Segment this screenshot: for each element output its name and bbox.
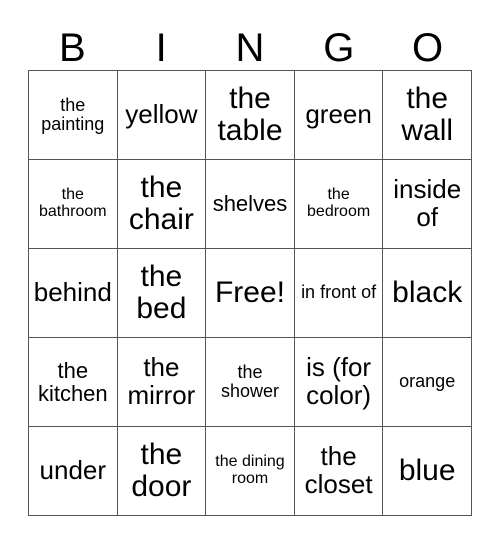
bingo-cell[interactable]: blue: [383, 427, 472, 516]
bingo-cell-label: the bedroom: [307, 186, 371, 220]
bingo-cell-label: the dining room: [215, 453, 285, 487]
bingo-cell-label: green: [305, 99, 372, 130]
bingo-cell[interactable]: the kitchen: [29, 338, 118, 427]
bingo-cell-label: in front of: [301, 282, 377, 303]
bingo-header-letter-i: I: [155, 26, 167, 70]
bingo-cell[interactable]: the mirror: [117, 338, 207, 427]
bingo-cell[interactable]: black: [383, 249, 472, 338]
bingo-cell-label: Free!: [214, 276, 285, 310]
bingo-cell-label: the door: [131, 438, 192, 503]
bingo-cell-label: the table: [217, 82, 283, 147]
bingo-cell[interactable]: the chair: [117, 160, 207, 249]
bingo-cell[interactable]: green: [294, 71, 384, 160]
bingo-cell-label: the shower: [220, 361, 279, 401]
bingo-cell-label: the kitchen: [37, 357, 108, 406]
bingo-cell[interactable]: yellow: [117, 71, 207, 160]
bingo-cell[interactable]: inside of: [383, 160, 472, 249]
bingo-cell[interactable]: the wall: [383, 71, 472, 160]
bingo-cell[interactable]: the bathroom: [29, 160, 118, 249]
bingo-cell[interactable]: is (for color): [294, 338, 384, 427]
bingo-cell[interactable]: the painting: [29, 71, 118, 160]
bingo-cell-label: the bed: [136, 260, 187, 325]
bingo-free-cell[interactable]: Free!: [206, 249, 295, 338]
bingo-cell-label: the wall: [401, 82, 454, 147]
bingo-cell-label: is (for color): [306, 352, 372, 410]
bingo-cell[interactable]: the closet: [294, 427, 384, 516]
bingo-header-letter-b: B: [59, 26, 86, 70]
bingo-cell[interactable]: the bed: [117, 249, 207, 338]
bingo-cell-label: under: [39, 455, 107, 486]
bingo-header-letter-g: G: [323, 26, 355, 70]
bingo-cell-label: the mirror: [127, 352, 196, 410]
bingo-cell[interactable]: the bedroom: [294, 160, 384, 249]
bingo-grid: the painting yellow the table green the wall…: [28, 70, 472, 516]
bingo-cell[interactable]: orange: [383, 338, 472, 427]
bingo-cell-label: inside of: [393, 174, 462, 232]
bingo-cell-label: shelves: [212, 191, 288, 217]
bingo-cell[interactable]: shelves: [206, 160, 295, 249]
bingo-cell[interactable]: under: [29, 427, 118, 516]
bingo-cell[interactable]: the dining room: [206, 427, 295, 516]
bingo-cell-label: yellow: [125, 99, 198, 130]
bingo-cell-label: blue: [398, 454, 456, 488]
bingo-cell-label: the closet: [304, 441, 373, 499]
bingo-cell-label: the bathroom: [39, 186, 107, 220]
bingo-header-row: B I N G O: [28, 22, 472, 70]
bingo-cell[interactable]: the door: [117, 427, 207, 516]
bingo-cell[interactable]: the table: [206, 71, 295, 160]
bingo-cell-label: the chair: [128, 171, 194, 236]
bingo-header-letter-n: N: [235, 26, 265, 70]
bingo-cell-label: behind: [33, 277, 112, 308]
bingo-header-letter-o: O: [412, 26, 444, 70]
bingo-cell[interactable]: the shower: [206, 338, 295, 427]
bingo-card: B I N G O the painting yellow the table gre…: [0, 0, 500, 544]
bingo-cell-label: the painting: [41, 94, 105, 134]
bingo-cell-label: orange: [399, 371, 456, 392]
bingo-cell[interactable]: behind: [29, 249, 118, 338]
bingo-cell-label: black: [392, 276, 463, 310]
bingo-cell[interactable]: in front of: [294, 249, 384, 338]
